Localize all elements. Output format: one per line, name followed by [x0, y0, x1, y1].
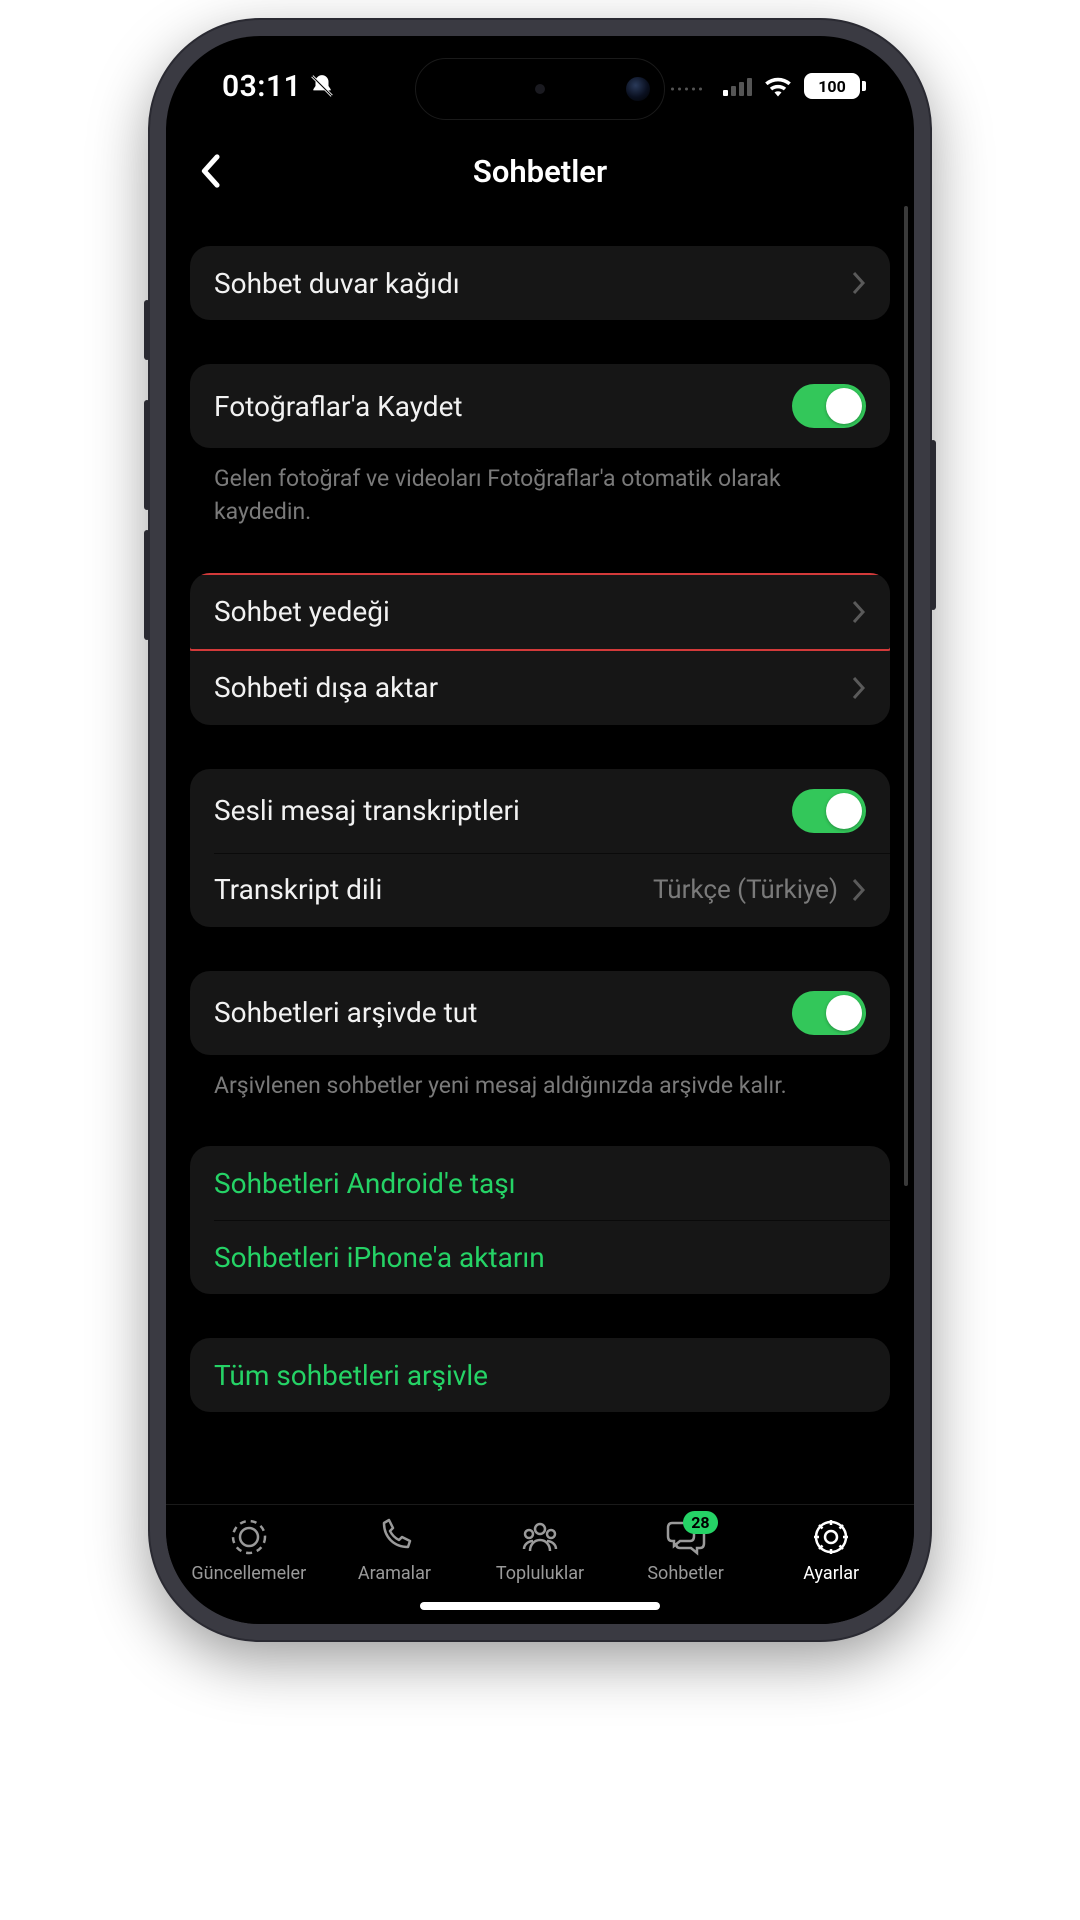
keep-archived-description: Arşivlenen sohbetler yeni mesaj aldığını… [190, 1055, 890, 1102]
tab-updates[interactable]: Güncellemeler [176, 1517, 322, 1584]
chevron-left-icon [200, 154, 220, 188]
row-chat-wallpaper[interactable]: Sohbet duvar kağıdı [190, 246, 890, 320]
row-label: Fotoğraflar'a Kaydet [214, 390, 463, 423]
tab-label: Aramalar [358, 1563, 431, 1584]
row-label: Sesli mesaj transkriptleri [214, 794, 520, 827]
tab-label: Güncellemeler [191, 1563, 306, 1584]
row-transcript-language[interactable]: Transkript dili Türkçe (Türkiye) [190, 853, 890, 927]
island-grille [671, 88, 702, 91]
row-save-to-photos[interactable]: Fotoğraflar'a Kaydet [190, 364, 890, 448]
row-chat-backup[interactable]: Sohbet yedeği [190, 575, 890, 649]
row-label: Sohbetleri iPhone'a aktarın [214, 1241, 545, 1274]
front-camera [626, 77, 650, 101]
nav-header: Sohbetler [166, 136, 914, 206]
page-title: Sohbetler [473, 153, 607, 190]
screen: 03:11 100 [166, 36, 914, 1624]
row-export-chat[interactable]: Sohbeti dışa aktar [190, 651, 890, 725]
transcript-language-value: Türkçe (Türkiye) [653, 875, 838, 905]
chevron-right-icon [852, 600, 866, 624]
volume-up-button [144, 400, 150, 510]
tab-communities[interactable]: Topluluklar [467, 1517, 613, 1584]
battery-indicator: 100 [804, 73, 866, 99]
silent-icon [309, 73, 335, 99]
phone-frame: 03:11 100 [150, 20, 930, 1640]
sensor-dot [535, 84, 545, 94]
row-archive-all-chats[interactable]: Tüm sohbetleri arşivle [190, 1338, 890, 1412]
scroll-indicator[interactable] [904, 206, 908, 1186]
chevron-right-icon [852, 676, 866, 700]
status-time: 03:11 [222, 69, 301, 104]
row-voice-transcripts[interactable]: Sesli mesaj transkriptleri [190, 769, 890, 853]
power-button [930, 440, 936, 610]
toggle-voice-transcripts[interactable] [792, 789, 866, 833]
row-move-to-android[interactable]: Sohbetleri Android'e taşı [190, 1146, 890, 1220]
battery-level: 100 [804, 73, 860, 99]
wifi-icon [764, 75, 792, 97]
settings-content[interactable]: Sohbet duvar kağıdı Fotoğraflar'a Kaydet… [166, 206, 914, 1504]
row-label: Sohbetleri Android'e taşı [214, 1167, 516, 1200]
save-photos-description: Gelen fotoğraf ve videoları Fotoğraflar'… [190, 448, 890, 529]
tab-chats[interactable]: 28 Sohbetler [613, 1517, 759, 1584]
highlight-chat-backup: Sohbet yedeği [190, 573, 890, 651]
row-label: Sohbetleri arşivde tut [214, 996, 477, 1029]
chats-badge: 28 [683, 1511, 717, 1534]
row-label: Tüm sohbetleri arşivle [214, 1359, 488, 1392]
tab-label: Ayarlar [803, 1563, 859, 1584]
tab-label: Topluluklar [496, 1563, 584, 1584]
row-label: Transkript dili [214, 873, 382, 906]
tab-calls[interactable]: Aramalar [322, 1517, 468, 1584]
updates-icon [229, 1517, 269, 1557]
cellular-signal-icon [723, 76, 752, 96]
toggle-keep-archived[interactable] [792, 991, 866, 1035]
row-transfer-to-iphone[interactable]: Sohbetleri iPhone'a aktarın [190, 1220, 890, 1294]
toggle-save-photos[interactable] [792, 384, 866, 428]
tab-settings[interactable]: Ayarlar [758, 1517, 904, 1584]
row-label: Sohbeti dışa aktar [214, 671, 438, 704]
chevron-right-icon [852, 878, 866, 902]
row-label: Sohbet yedeği [214, 595, 390, 628]
back-button[interactable] [188, 149, 232, 193]
row-keep-archived[interactable]: Sohbetleri arşivde tut [190, 971, 890, 1055]
tab-label: Sohbetler [647, 1563, 723, 1584]
gear-icon [811, 1517, 851, 1557]
communities-icon [520, 1517, 560, 1557]
volume-down-button [144, 530, 150, 640]
phone-icon [374, 1517, 414, 1557]
home-indicator[interactable] [420, 1602, 660, 1610]
dynamic-island [415, 58, 665, 120]
mute-switch [144, 300, 150, 360]
row-label: Sohbet duvar kağıdı [214, 267, 460, 300]
chevron-right-icon [852, 271, 866, 295]
